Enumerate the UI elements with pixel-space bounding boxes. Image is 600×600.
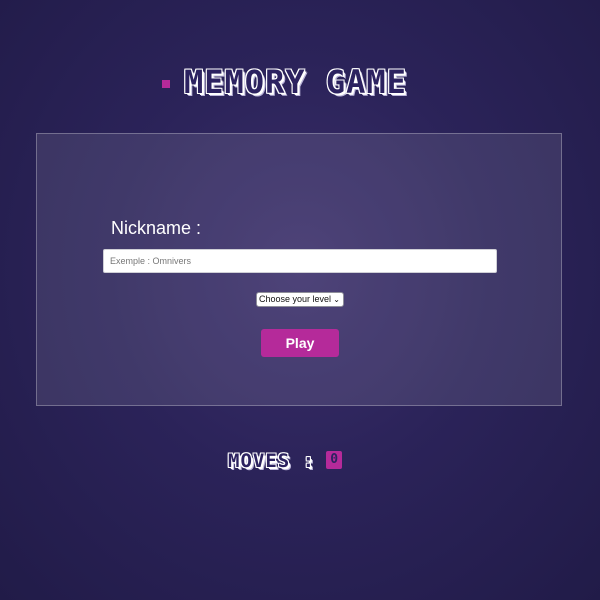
moves-count: 0 [326, 451, 343, 469]
level-select-value: Choose your level [259, 294, 332, 304]
moves-label: MOVES : [228, 450, 316, 472]
play-button[interactable]: Play [261, 329, 339, 357]
page-title: MEMORY GAME [184, 63, 407, 101]
title-marker [162, 80, 170, 88]
setup-panel: Nickname : Choose your level ⌄ Play [36, 133, 562, 406]
moves-counter: MOVES : 0 [228, 448, 343, 474]
title-row: MEMORY GAME [0, 62, 600, 102]
nickname-input[interactable] [103, 249, 497, 273]
level-select[interactable]: Choose your level ⌄ [256, 292, 344, 307]
chevron-down-icon: ⌄ [333, 295, 340, 304]
nickname-label: Nickname : [111, 218, 202, 238]
